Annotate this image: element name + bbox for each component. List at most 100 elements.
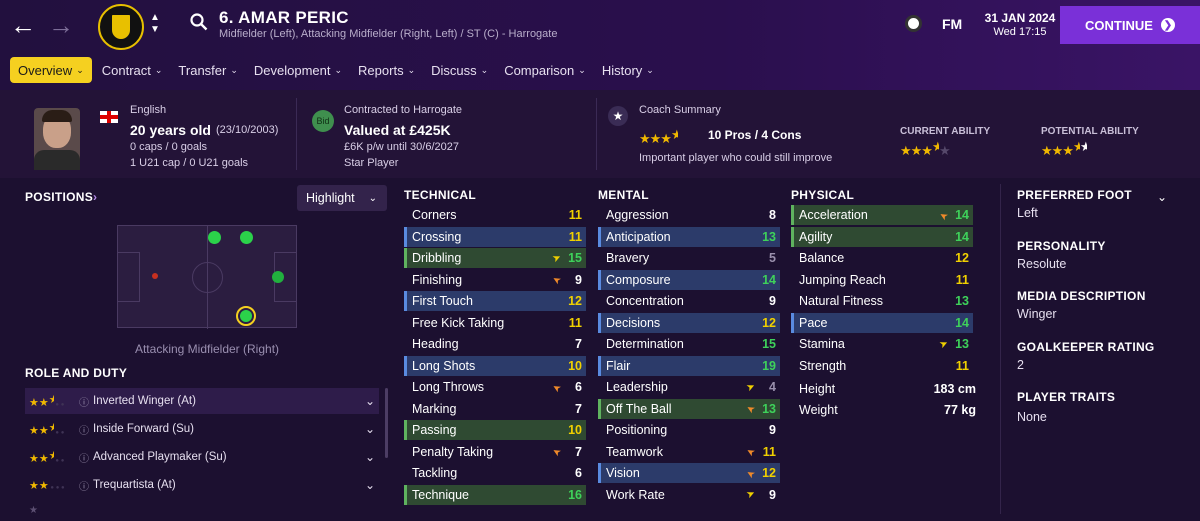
search-icon[interactable] <box>190 13 208 31</box>
info-icon[interactable]: ⓘ <box>79 450 93 465</box>
tab-discuss[interactable]: Discuss ⌄ <box>423 57 496 83</box>
attribute-row-anticipation[interactable]: Anticipation 13 <box>598 226 780 247</box>
chevron-down-icon[interactable]: ⌄ <box>365 450 379 464</box>
attribute-row-penalty-taking[interactable]: Penalty Taking ➤ 7 <box>404 442 586 462</box>
attribute-name: Marking <box>412 401 457 416</box>
attribute-row-stamina[interactable]: Stamina ➤ 13 <box>791 334 973 354</box>
bid-icon[interactable]: Bid <box>312 110 334 132</box>
position-dot[interactable] <box>272 271 284 283</box>
chevron-down-icon[interactable]: ⌄ <box>365 478 379 492</box>
coach-star-icon: ★ <box>608 106 628 126</box>
attribute-row-crossing[interactable]: Crossing 11 <box>404 226 586 247</box>
selected-position-marker[interactable] <box>236 306 256 326</box>
attribute-row-marking[interactable]: Marking 7 <box>404 399 586 419</box>
nationality: English <box>130 104 167 116</box>
highlight-label: Highlight <box>306 191 355 205</box>
attribute-row-long-shots[interactable]: Long Shots 10 <box>404 355 586 376</box>
time-label: Wed 17:15 <box>993 26 1047 38</box>
attribute-row-leadership[interactable]: Leadership ➤ 4 <box>598 377 780 397</box>
role-item[interactable]: ★★★ ● ● ⓘ Advanced Playmaker (Su) ⌄ <box>25 444 379 470</box>
tab-development[interactable]: Development ⌄ <box>246 57 350 83</box>
player-switch-chevrons-icon[interactable]: ▲ ▼ <box>150 12 160 36</box>
attribute-name: Tackling <box>412 466 458 480</box>
attribute-row-concentration[interactable]: Concentration 9 <box>598 291 780 311</box>
role-stars: ★★★ ● ● <box>29 450 65 465</box>
attribute-row-acceleration[interactable]: Acceleration ➤ 14 <box>791 205 973 225</box>
tab-comparison[interactable]: Comparison ⌄ <box>496 57 594 83</box>
attribute-name: Concentration <box>606 294 684 308</box>
chevron-down-icon[interactable]: ⌄ <box>365 394 379 408</box>
fm-logo[interactable]: FM <box>942 16 962 32</box>
football-icon[interactable] <box>905 15 922 32</box>
chevron-down-icon[interactable]: ⌄ <box>365 422 379 436</box>
positions-title[interactable]: POSITIONS› <box>25 190 97 204</box>
attribute-value: 7 <box>575 401 582 416</box>
info-icon[interactable]: ⓘ <box>79 422 93 437</box>
current-ability-stars[interactable]: ★★★★★ <box>900 139 951 159</box>
attribute-row-agility[interactable]: Agility 14 <box>791 226 973 247</box>
attribute-value: 7 <box>575 444 582 459</box>
attribute-value: 10 <box>568 423 582 437</box>
position-dot[interactable] <box>152 273 158 279</box>
attribute-name: Decisions <box>606 315 661 330</box>
attribute-row-strength[interactable]: Strength 11 <box>791 356 973 376</box>
attribute-row-pace[interactable]: Pace 14 <box>791 312 973 333</box>
info-icon[interactable]: ⓘ <box>79 478 93 493</box>
attribute-row-jumping-reach[interactable]: Jumping Reach 11 <box>791 270 973 290</box>
attribute-row-corners[interactable]: Corners 11 <box>404 205 586 225</box>
role-stars: ★★★ ● ● <box>29 422 65 437</box>
attribute-row-positioning[interactable]: Positioning 9 <box>598 420 780 440</box>
role-item[interactable]: ★★ ● ● ● ⓘ Trequartista (At) ⌄ <box>25 472 379 498</box>
attribute-row-bravery[interactable]: Bravery 5 <box>598 248 780 268</box>
attribute-value: 5 <box>769 251 776 265</box>
attribute-row-natural-fitness[interactable]: Natural Fitness 13 <box>791 291 973 311</box>
back-arrow-icon[interactable]: ← <box>8 10 38 40</box>
role-name: Trequartista (At) <box>93 479 176 491</box>
attribute-row-passing[interactable]: Passing 10 <box>404 420 586 440</box>
attribute-row-determination[interactable]: Determination 15 <box>598 334 780 354</box>
tab-contract[interactable]: Contract ⌄ <box>94 57 171 83</box>
forward-arrow-icon[interactable]: → <box>46 10 76 40</box>
info-icon[interactable]: ⓘ <box>79 394 93 409</box>
attribute-row-free-kick-taking[interactable]: Free Kick Taking 11 <box>404 313 586 333</box>
tab-transfer[interactable]: Transfer ⌄ <box>170 57 245 83</box>
attribute-row-balance[interactable]: Balance 12 <box>791 248 973 268</box>
role-item[interactable]: ★★★ ● ● ⓘ Inside Forward (Su) ⌄ <box>25 416 379 442</box>
attribute-row-finishing[interactable]: Finishing ➤ 9 <box>404 270 586 290</box>
tab-history[interactable]: History ⌄ <box>594 57 662 83</box>
attribute-row-heading[interactable]: Heading 7 <box>404 334 586 354</box>
attribute-row-composure[interactable]: Composure 14 <box>598 269 780 290</box>
club-badge[interactable] <box>98 4 144 50</box>
attribute-name: Heading <box>412 337 459 351</box>
attribute-row-flair[interactable]: Flair 19 <box>598 355 780 376</box>
role-name: Inverted Winger (At) <box>93 395 196 407</box>
attribute-row-work-rate[interactable]: Work Rate ➤ 9 <box>598 485 780 505</box>
technical-title: TECHNICAL <box>404 188 477 202</box>
potential-ability-stars[interactable]: ★★★★★ <box>1041 139 1087 159</box>
role-list-scrollbar[interactable] <box>385 388 388 458</box>
attribute-row-tackling[interactable]: Tackling 6 <box>404 463 586 483</box>
attribute-row-decisions[interactable]: Decisions 12 <box>598 312 780 333</box>
attribute-row-off-the-ball[interactable]: Off The Ball ➤ 13 <box>598 398 780 419</box>
attribute-row-teamwork[interactable]: Teamwork ➤ 11 <box>598 442 780 462</box>
tab-reports[interactable]: Reports ⌄ <box>350 57 423 83</box>
attribute-value: 12 <box>762 315 776 330</box>
side-panel-chevron-icon[interactable]: ⌄ <box>1157 190 1167 204</box>
player-avatar[interactable] <box>34 108 80 170</box>
highlight-dropdown[interactable]: Highlight ⌄ <box>297 185 387 211</box>
attribute-row-aggression[interactable]: Aggression 8 <box>598 205 780 225</box>
position-dot[interactable] <box>208 231 221 244</box>
tab-label: Discuss <box>431 62 477 78</box>
role-item[interactable]: ★★★ ● ● ⓘ Inverted Winger (At) ⌄ <box>25 388 379 414</box>
attribute-row-long-throws[interactable]: Long Throws ➤ 6 <box>404 377 586 397</box>
attribute-value: 15 <box>762 337 776 351</box>
tab-label: Comparison <box>504 62 575 78</box>
position-dot[interactable] <box>240 231 253 244</box>
attribute-row-technique[interactable]: Technique 16 <box>404 484 586 505</box>
attribute-row-dribbling[interactable]: Dribbling ➤ 15 <box>404 248 586 268</box>
chevron-down-icon: ⌄ <box>578 64 586 75</box>
continue-button[interactable]: CONTINUE ❯ <box>1060 6 1200 44</box>
attribute-row-first-touch[interactable]: First Touch 12 <box>404 291 586 311</box>
attribute-row-vision[interactable]: Vision ➤ 12 <box>598 463 780 483</box>
tab-overview[interactable]: Overview ⌄ <box>10 57 92 83</box>
